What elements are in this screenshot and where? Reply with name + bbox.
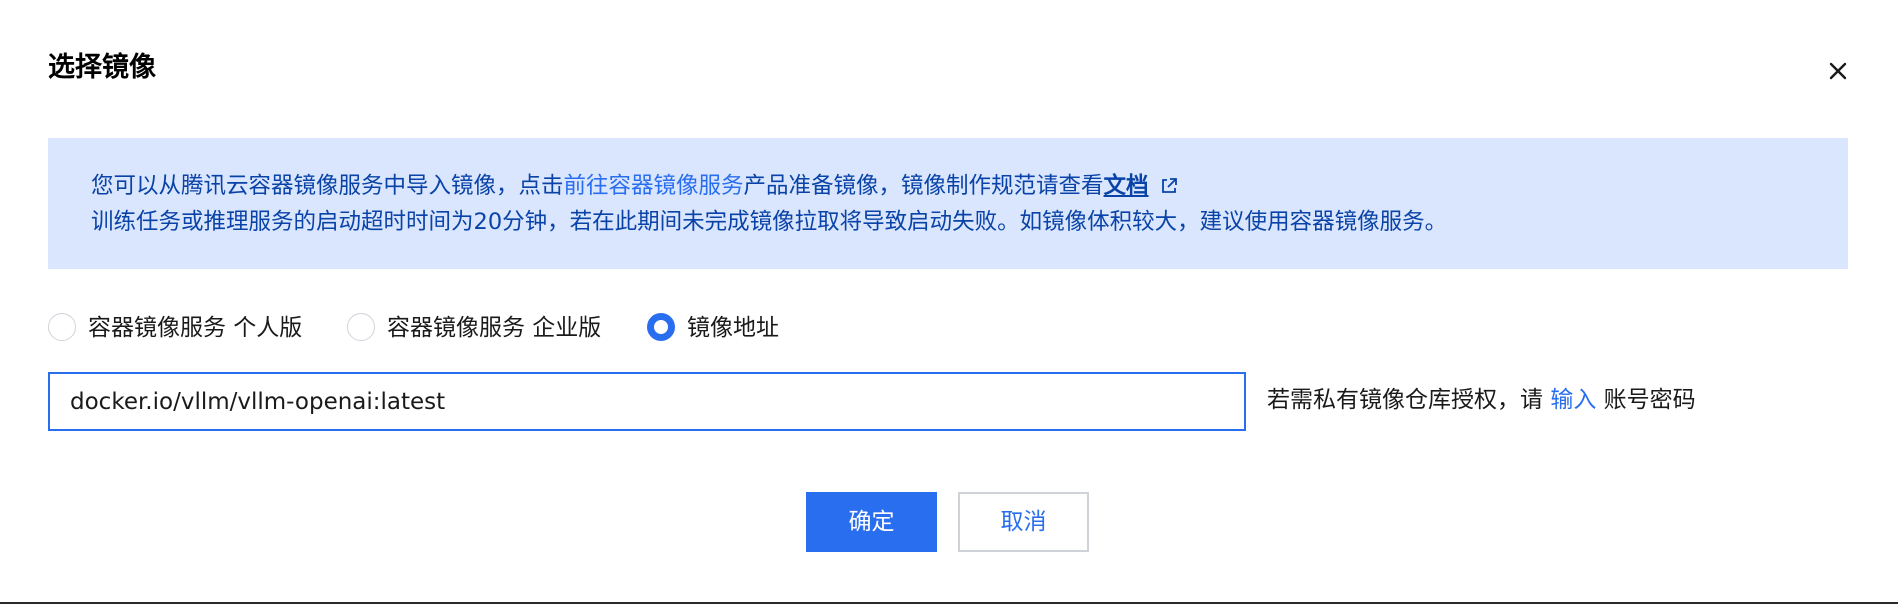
cancel-button[interactable]: 取消 <box>958 492 1089 552</box>
dialog-title: 选择镜像 <box>48 52 156 83</box>
notice-line-2: 训练任务或推理服务的启动超时时间为20分钟，若在此期间未完成镜像拉取将导致启动失… <box>91 209 1448 235</box>
image-address-input[interactable] <box>48 372 1246 431</box>
radio-label: 镜像地址 <box>687 315 779 341</box>
auth-hint-text: 账号密码 <box>1596 387 1696 413</box>
radio-circle <box>48 313 76 341</box>
confirm-button[interactable]: 确定 <box>806 492 937 552</box>
notice-line-1: 您可以从腾讯云容器镜像服务中导入镜像，点击前往容器镜像服务产品准备镜像，镜像制作… <box>91 168 1179 204</box>
enter-credentials-link[interactable]: 输入 <box>1550 387 1596 413</box>
auth-hint: 若需私有镜像仓库授权，请 输入 账号密码 <box>1267 382 1696 418</box>
go-to-tcr-link[interactable]: 前往容器镜像服务 <box>564 173 744 199</box>
select-image-dialog: 选择镜像 您可以从腾讯云容器镜像服务中导入镜像，点击前往容器镜像服务产品准备镜像… <box>0 0 1898 604</box>
docs-link[interactable]: 文档 <box>1104 173 1149 199</box>
auth-hint-text: 若需私有镜像仓库授权，请 <box>1267 387 1551 413</box>
notice-text: 产品准备镜像，镜像制作规范请查看 <box>743 173 1104 199</box>
close-button[interactable] <box>1822 55 1854 87</box>
external-link-icon[interactable] <box>1159 176 1179 196</box>
radio-circle-checked <box>647 313 675 341</box>
notice-text: 您可以从腾讯云容器镜像服务中导入镜像，点击 <box>91 173 564 199</box>
radio-label: 容器镜像服务 个人版 <box>88 315 303 341</box>
close-icon <box>1829 62 1847 80</box>
radio-label: 容器镜像服务 企业版 <box>387 315 602 341</box>
radio-circle <box>347 313 375 341</box>
